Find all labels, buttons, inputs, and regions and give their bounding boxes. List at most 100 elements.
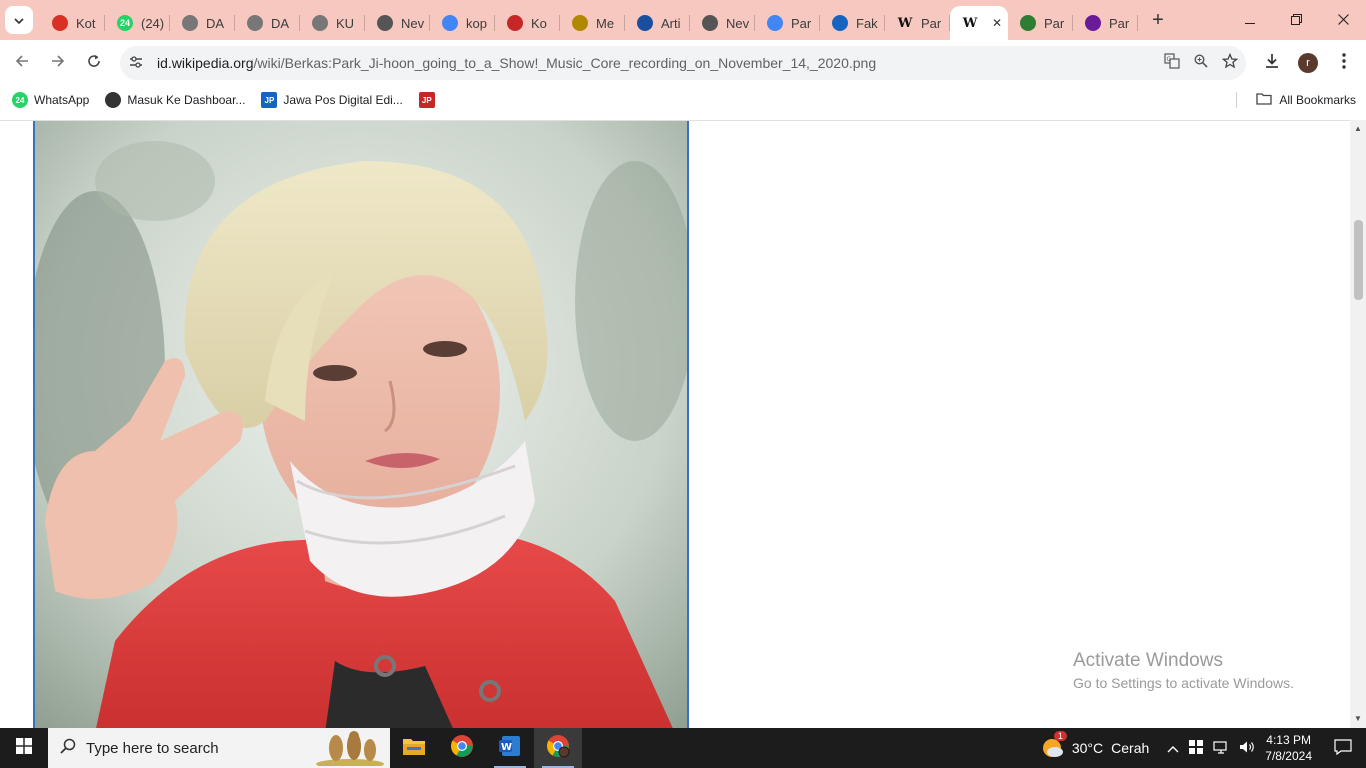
- new-tab-button[interactable]: +: [1144, 6, 1172, 34]
- chrome-profile-icon: [546, 734, 570, 763]
- globe-icon: [182, 15, 198, 31]
- chevron-up-icon[interactable]: [1167, 741, 1179, 756]
- word-icon: W: [499, 735, 521, 762]
- page-scrollbar[interactable]: ▲ ▼: [1350, 120, 1366, 728]
- chrome-profile-taskbar-button[interactable]: [534, 728, 582, 768]
- incognito-icon: [702, 15, 718, 31]
- system-tray: 1 30°C Cerah 4:13 PM 7/8/2024: [1040, 728, 1366, 768]
- bookmarks-divider: [1236, 92, 1237, 108]
- notification-icon[interactable]: [1334, 738, 1352, 758]
- menu-button[interactable]: [1328, 47, 1360, 79]
- start-button[interactable]: [0, 728, 48, 768]
- kebab-menu-icon: [1342, 52, 1346, 74]
- restore-button[interactable]: [1273, 0, 1319, 40]
- tab[interactable]: Par: [1073, 6, 1138, 40]
- chrome-icon: [450, 734, 474, 763]
- wikipedia-icon: W: [897, 15, 913, 31]
- security-icon[interactable]: [1189, 739, 1204, 757]
- network-icon[interactable]: [1213, 740, 1229, 757]
- kpop-icon: [1085, 15, 1101, 31]
- shield-icon: [572, 15, 588, 31]
- bookmark-item[interactable]: Masuk Ke Dashboar...: [105, 92, 245, 108]
- tab[interactable]: 24 (24): [105, 6, 170, 40]
- tab[interactable]: Fak: [820, 6, 885, 40]
- activate-windows-watermark: Activate Windows Go to Settings to activ…: [1073, 650, 1294, 691]
- file-explorer-button[interactable]: [390, 728, 438, 768]
- svg-text:G: G: [1167, 56, 1172, 63]
- bookmark-item[interactable]: JP Jawa Pos Digital Edi...: [261, 92, 403, 108]
- word-taskbar-button[interactable]: W: [486, 728, 534, 768]
- reload-icon: [87, 54, 101, 73]
- translate-icon[interactable]: G: [1164, 53, 1180, 73]
- tab[interactable]: Kot: [40, 6, 105, 40]
- file-preview-image[interactable]: [33, 121, 689, 728]
- close-tab-icon[interactable]: ✕: [992, 16, 1002, 30]
- forward-button[interactable]: [42, 47, 74, 79]
- clock[interactable]: 4:13 PM 7/8/2024: [1265, 732, 1312, 764]
- jawapos-icon: [507, 15, 523, 31]
- restore-icon: [1290, 12, 1302, 28]
- minimize-button[interactable]: [1227, 0, 1273, 40]
- zoom-icon[interactable]: [1194, 54, 1208, 72]
- site-settings-icon[interactable]: [129, 55, 145, 71]
- news-icon: [637, 15, 653, 31]
- tab[interactable]: Par: [755, 6, 820, 40]
- download-icon: [1264, 53, 1280, 74]
- google-icon: [767, 15, 783, 31]
- tab[interactable]: KU: [300, 6, 365, 40]
- tab[interactable]: Nev: [365, 6, 430, 40]
- bookmark-item[interactable]: JP: [418, 92, 441, 108]
- gmail-icon: [52, 15, 68, 31]
- profile-button[interactable]: r: [1292, 47, 1324, 79]
- address-bar[interactable]: id.wikipedia.org/wiki/Berkas:Park_Ji-hoo…: [120, 46, 1246, 80]
- incognito-icon: [377, 15, 393, 31]
- downloads-button[interactable]: [1256, 47, 1288, 79]
- tab[interactable]: DA: [235, 6, 300, 40]
- weather-widget[interactable]: 1 30°C Cerah: [1040, 730, 1149, 762]
- tab-search-button[interactable]: [5, 6, 33, 34]
- reload-button[interactable]: [78, 47, 110, 79]
- arrow-right-icon: [51, 54, 65, 73]
- tab[interactable]: Nev: [690, 6, 755, 40]
- star-icon[interactable]: [1221, 52, 1239, 73]
- all-bookmarks-button[interactable]: All Bookmarks: [1256, 86, 1356, 114]
- volume-icon[interactable]: [1239, 740, 1255, 757]
- bookmark-item[interactable]: 24 WhatsApp: [12, 92, 89, 108]
- bookmark-list: 24 WhatsApp Masuk Ke Dashboar... JP Jawa Pos…: [0, 92, 445, 108]
- clock-time: 4:13 PM: [1266, 733, 1311, 747]
- tab-title: Par: [921, 15, 942, 31]
- tab-strip: Kot 24 (24) DA DA KU Nev kop Ko Me Arti Nev Par Fak W P…: [0, 0, 1366, 40]
- tab-title: Par: [791, 15, 812, 31]
- bookmarks-bar: 24 WhatsApp Masuk Ke Dashboar... JP Jawa Pos…: [0, 86, 1366, 114]
- tab-title: Par: [1109, 15, 1130, 31]
- close-window-button[interactable]: [1320, 0, 1366, 40]
- bookmark-icon: [832, 15, 848, 31]
- back-button[interactable]: [6, 47, 38, 79]
- taskbar-search[interactable]: Type here to search: [48, 728, 390, 768]
- portrait-photo: [35, 121, 687, 728]
- tab[interactable]: Me: [560, 6, 625, 40]
- svg-text:W: W: [501, 742, 512, 753]
- tab[interactable]: kop: [430, 6, 495, 40]
- scrollbar-thumb[interactable]: [1354, 220, 1363, 300]
- chrome-taskbar-button[interactable]: [438, 728, 486, 768]
- scroll-down-icon[interactable]: ▼: [1354, 714, 1362, 723]
- scroll-up-icon[interactable]: ▲: [1354, 124, 1362, 133]
- tab[interactable]: DA: [170, 6, 235, 40]
- tab[interactable]: W Par: [885, 6, 950, 40]
- tab[interactable]: Ko: [495, 6, 560, 40]
- tab-active[interactable]: W ✕: [950, 6, 1008, 40]
- tab-title: kop: [466, 15, 487, 31]
- tab[interactable]: Arti: [625, 6, 690, 40]
- bookmark-label: WhatsApp: [34, 93, 90, 107]
- tab-title: DA: [271, 15, 290, 31]
- windows-taskbar: Type here to search W 1 30°C Cerah 4:13 …: [0, 728, 1366, 768]
- minimize-icon: [1245, 12, 1255, 28]
- tab-title: Par: [1044, 15, 1065, 31]
- tab-list: Kot 24 (24) DA DA KU Nev kop Ko Me Arti Nev Par Fak W P…: [40, 0, 1138, 40]
- tab[interactable]: Par: [1008, 6, 1073, 40]
- folder-icon: [1256, 92, 1272, 108]
- url-text: id.wikipedia.org/wiki/Berkas:Park_Ji-hoo…: [157, 55, 876, 71]
- browser-toolbar: id.wikipedia.org/wiki/Berkas:Park_Ji-hoo…: [0, 40, 1366, 86]
- tab-title: (24): [141, 15, 165, 31]
